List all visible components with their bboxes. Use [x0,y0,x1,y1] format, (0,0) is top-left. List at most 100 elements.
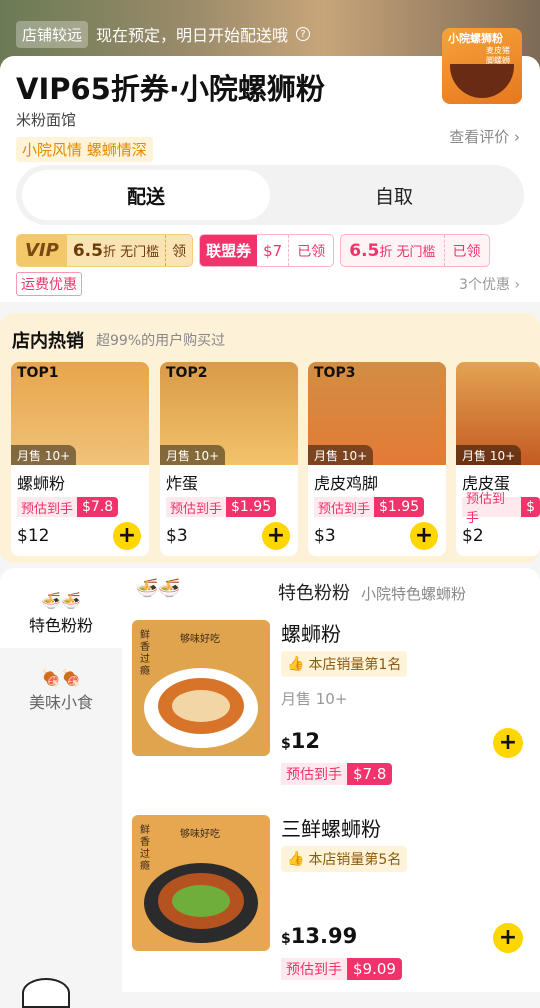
vip-coupon-value: 6.5折 无门槛 [67,241,165,261]
add-button[interactable]: + [410,522,438,550]
hot-item-card[interactable]: 月售 10+ 虎皮蛋 预估到手 $ $2 [456,362,540,556]
league-coupon[interactable]: 联盟券 $7 已领 [199,234,335,267]
notice-text: 现在预定，明日开始配送哦 [96,26,289,45]
estimated-price: 预估到手 $7.8 [17,497,119,517]
sidebar-item-specialty-noodles[interactable]: 🍜🍜 特色粉粉 [0,578,122,648]
currency-symbol: $ [281,736,291,752]
item-price: $3 [166,526,188,546]
topping-shape [172,690,230,722]
more-offers-link[interactable]: 3个优惠 › [459,274,520,294]
estimated-price: 预估到手 $ [462,492,540,526]
league-amount: $7 [263,241,283,260]
est-value: $1.95 [226,497,277,517]
item-price: $3 [314,526,336,546]
badge-text: 本店销量第1名 [308,657,402,673]
dish-price: $13.99 [281,924,357,948]
vip-pct: 6.5 [72,240,103,261]
est-value: $9.09 [347,958,402,980]
dish-image[interactable]: 鲜香过瘾 够味好吃 [132,815,270,951]
est-value: $7.8 [347,763,393,785]
discount-coupon[interactable]: 6.5折 无门槛 已领 [340,234,490,267]
store-title: VIP65折券·小院螺狮粉 [16,72,325,106]
mascot-icon [22,978,70,1008]
hot-sellers-subtitle: 超99%的用户购买过 [96,333,226,349]
vip-coupon[interactable]: VIP 6.5折 无门槛 领 [16,234,194,267]
noodle-bowls-icon: 🍜🍜 [136,578,181,599]
sidebar-item-label: 特色粉粉 [28,615,93,635]
add-button[interactable]: + [493,923,523,953]
hot-item-card[interactable]: TOP2 月售 10+ 炸蛋 预估到手 $1.95 $3 + [160,362,298,556]
item-name: 虎皮鸡脚 [314,474,379,493]
badge-text: 本店销量第5名 [308,852,402,868]
add-button[interactable]: + [262,522,290,550]
rank-badge: TOP1 [17,365,59,381]
delivery-notice: 店铺较远 现在预定，明日开始配送哦 ? [16,20,311,48]
item-name: 炸蛋 [166,474,199,493]
est-label: 预估到手 [166,497,227,517]
est-label: 预估到手 [462,492,522,526]
est-value: $7.8 [77,497,119,517]
hot-item-card[interactable]: TOP3 月售 10+ 虎皮鸡脚 预估到手 $1.95 $3 + [308,362,446,556]
est-value: $ [521,497,540,517]
est-label: 预估到手 [17,497,78,517]
drumstick-icon: 🍖🍖 [41,667,81,687]
league-claimed-label: 已领 [288,235,333,266]
monthly-sales: 月售 10+ [160,445,226,465]
est-label: 预估到手 [314,497,375,517]
claim-vip-button[interactable]: 领 [165,235,192,266]
hot-item-card[interactable]: TOP1 月售 10+ 螺蛳粉 预估到手 $7.8 $12 + [11,362,149,556]
monthly-sales: 月售 10+ [281,690,348,708]
image-caption: 够味好吃 [180,634,220,645]
dish-price: $12 [281,729,320,753]
estimated-price: 预估到手 $7.8 [281,763,393,785]
add-button[interactable]: + [493,728,523,758]
league-badge: 联盟券 [200,235,258,266]
view-reviews-link[interactable]: 查看评价 › [449,126,520,147]
sales-rank-badge: 👍 本店销量第5名 [281,846,408,872]
category-title: 特色粉粉 [278,583,350,604]
order-mode-tabs: 配送 自取 [16,165,524,225]
vip-cond: 无门槛 [120,244,160,260]
currency-symbol: $ [281,931,291,947]
dish-name: 三鲜螺蛳粉 [281,817,381,841]
discount-cond: 无门槛 [396,244,436,260]
est-label: 预估到手 [281,763,347,785]
discount-unit: 折 [379,244,393,260]
image-caption: 鲜香过瘾 [140,825,150,872]
tab-delivery[interactable]: 配送 [22,170,270,220]
discount-pct: 6.5 [349,240,380,261]
sales-rank-badge: 👍 本店销量第1名 [281,651,408,677]
price-value: 13.99 [290,924,358,948]
sidebar-item-snacks[interactable]: 🍖🍖 美味小食 [0,660,122,720]
vip-unit: 折 [102,244,116,260]
item-price: $12 [17,526,50,546]
estimated-price: 预估到手 $1.95 [166,497,277,517]
logo-bowl-image [450,64,514,98]
tab-pickup[interactable]: 自取 [270,170,518,220]
add-button[interactable]: + [113,522,141,550]
logo-text: 小院螺狮粉 [448,32,503,45]
image-caption: 够味好吃 [180,829,220,840]
rank-badge: TOP2 [166,365,208,381]
thumbs-up-icon: 👍 [287,851,305,867]
price-value: 12 [290,729,320,753]
monthly-sales: 月售 10+ [11,445,77,465]
dish-name: 螺蛳粉 [281,622,341,646]
est-value: $1.95 [374,497,425,517]
image-caption: 鲜香过瘾 [140,630,150,677]
help-icon[interactable]: ? [296,27,311,41]
dish-image[interactable]: 鲜香过瘾 够味好吃 [132,620,270,756]
discount-value: 6.5折 无门槛 [341,241,443,261]
coupon-row: VIP 6.5折 无门槛 领 联盟券 $7 已领 6.5折 无门槛 已领 [16,234,490,267]
distance-tag: 店铺较远 [16,20,89,48]
estimated-price: 预估到手 $1.95 [314,497,425,517]
store-slogan: 小院风情 螺蛳情深 [16,137,153,162]
topping-shape [172,885,230,917]
monthly-sales: 月售 10+ [456,445,522,465]
est-label: 预估到手 [281,958,347,980]
category-subtitle: 小院特色螺蛳粉 [361,585,467,603]
store-category: 米粉面馆 [16,111,77,129]
shipping-discount-tag: 运费优惠 [16,272,82,296]
store-logo: 小院螺狮粉 麦皮猪脚螺蛳粉 [442,28,522,104]
item-price: $2 [462,526,484,546]
